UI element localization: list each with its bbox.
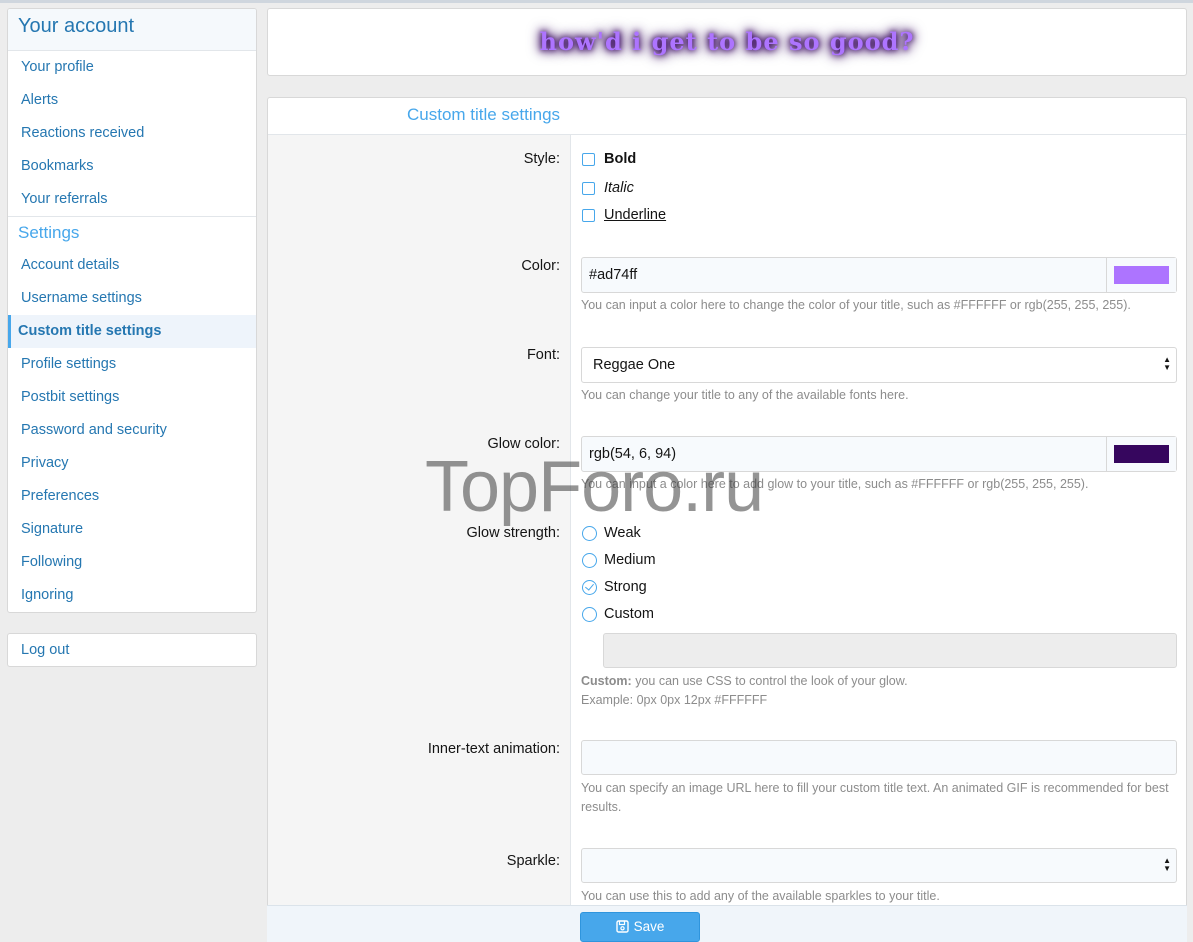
style-bold-label: Bold [604, 151, 637, 167]
font-label: Font: [526, 347, 560, 363]
custom-hint-example: Example: 0px 0px 12px #FFFFFF [581, 693, 768, 707]
sidebar-item-postbit-settings[interactable]: Postbit settings [8, 381, 256, 414]
animation-label: Inner-text animation: [427, 741, 560, 757]
glow-strength-strong-radio[interactable]: Strong [582, 577, 647, 597]
font-select[interactable]: Reggae One ▲ ▼ [581, 347, 1177, 383]
glow-color-picker-button[interactable] [1106, 437, 1176, 471]
animation-url-input[interactable] [581, 740, 1177, 775]
color-hint: You can input a color here to change the… [581, 298, 1131, 312]
sidebar-item-your-referrals[interactable]: Your referrals [8, 183, 256, 216]
glow-strength-medium-label: Medium [604, 552, 656, 568]
sidebar-item-following[interactable]: Following [8, 546, 256, 579]
custom-hint-text: you can use CSS to control the look of y… [635, 674, 908, 688]
logout-link[interactable]: Log out [8, 634, 256, 666]
settings-heading[interactable]: Settings [8, 216, 256, 249]
sidebar-item-bookmarks[interactable]: Bookmarks [8, 150, 256, 183]
glow-strength-label: Glow strength: [466, 525, 561, 541]
custom-glow-hint: Custom: you can use CSS to control the l… [581, 672, 1181, 710]
sidebar-item-account-details[interactable]: Account details [8, 249, 256, 282]
select-arrows-icon: ▲ ▼ [1163, 355, 1171, 372]
custom-hint-prefix: Custom: [581, 674, 632, 688]
radio-icon[interactable] [582, 525, 597, 541]
style-italic-checkbox[interactable]: Italic [582, 178, 634, 198]
style-underline-checkbox[interactable]: Underline [582, 205, 666, 225]
glow-strength-custom-label: Custom [604, 606, 654, 622]
account-sidebar: Your account Your profile Alerts Reactio… [7, 8, 257, 667]
form-submit-bar: Save [267, 905, 1187, 942]
style-underline-label: Underline [604, 207, 667, 223]
title-preview: how'd i get to be so good? [267, 8, 1187, 76]
sidebar-item-custom-title-settings[interactable]: Custom title settings [8, 315, 256, 348]
glow-color-label: Glow color: [487, 436, 560, 452]
color-picker-button[interactable] [1106, 258, 1176, 292]
glow-strength-strong-label: Strong [604, 579, 647, 595]
checkbox-icon[interactable] [582, 152, 595, 166]
sidebar-item-reactions-received[interactable]: Reactions received [8, 117, 256, 150]
save-button-label: Save [633, 919, 665, 934]
color-swatch [1114, 266, 1169, 284]
sidebar-item-privacy[interactable]: Privacy [8, 447, 256, 480]
account-nav: Your account Your profile Alerts Reactio… [7, 8, 257, 613]
sidebar-item-alerts[interactable]: Alerts [8, 84, 256, 117]
save-icon [615, 915, 629, 942]
animation-hint: You can specify an image URL here to fil… [581, 781, 1169, 814]
sidebar-item-ignoring[interactable]: Ignoring [8, 579, 256, 612]
sparkle-label: Sparkle: [506, 853, 560, 869]
save-button[interactable]: Save [580, 912, 700, 942]
custom-glow-input[interactable] [603, 633, 1177, 668]
radio-icon[interactable] [582, 552, 597, 568]
sidebar-item-username-settings[interactable]: Username settings [8, 282, 256, 315]
form-heading: Custom title settings [268, 98, 1186, 135]
sidebar-item-signature[interactable]: Signature [8, 513, 256, 546]
logout-nav: Log out [7, 633, 257, 667]
font-hint: You can change your title to any of the … [581, 388, 909, 402]
checkbox-icon[interactable] [582, 208, 595, 222]
glow-strength-custom-radio[interactable]: Custom [582, 604, 654, 624]
style-label: Style: [523, 151, 560, 167]
sidebar-item-profile-settings[interactable]: Profile settings [8, 348, 256, 381]
your-account-heading[interactable]: Your account [8, 9, 256, 51]
style-bold-checkbox[interactable]: Bold [582, 149, 636, 169]
color-input-value: #ad74ff [589, 267, 638, 283]
radio-icon[interactable] [582, 606, 597, 622]
glow-strength-weak-radio[interactable]: Weak [582, 523, 641, 543]
sidebar-item-your-profile[interactable]: Your profile [8, 51, 256, 84]
select-arrows-icon: ▲ ▼ [1163, 856, 1171, 873]
checkbox-icon[interactable] [582, 181, 595, 195]
sidebar-item-preferences[interactable]: Preferences [8, 480, 256, 513]
sidebar-item-password-and-security[interactable]: Password and security [8, 414, 256, 447]
glow-color-input[interactable]: rgb(54, 6, 94) [581, 436, 1177, 472]
custom-title-form: Custom title settings Style: Bold Italic… [267, 97, 1187, 942]
color-input[interactable]: #ad74ff [581, 257, 1177, 293]
style-italic-label: Italic [604, 180, 634, 196]
glow-strength-medium-radio[interactable]: Medium [582, 550, 656, 570]
color-label: Color: [521, 258, 560, 274]
sparkle-select[interactable]: ▲ ▼ [581, 848, 1177, 883]
font-select-value: Reggae One [593, 357, 676, 373]
glow-strength-weak-label: Weak [604, 525, 641, 541]
glow-color-hint: You can input a color here to add glow t… [581, 477, 1089, 491]
glow-color-swatch [1114, 445, 1169, 463]
glow-color-input-value: rgb(54, 6, 94) [589, 446, 677, 462]
radio-checked-icon[interactable] [582, 579, 597, 595]
sparkle-hint: You can use this to add any of the avail… [581, 889, 940, 903]
top-border [0, 0, 1193, 3]
custom-title-preview-text: how'd i get to be so good? [539, 27, 915, 56]
